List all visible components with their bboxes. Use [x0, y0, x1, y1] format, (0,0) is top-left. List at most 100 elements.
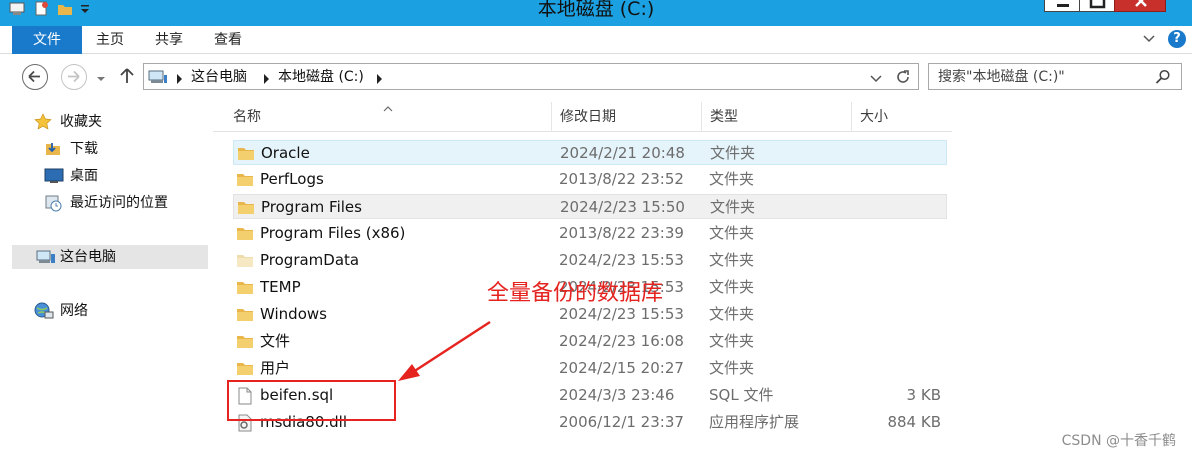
- breadcrumb-local-disk[interactable]: 本地磁盘 (C:): [278, 67, 364, 87]
- nav-label: 收藏夹: [60, 114, 102, 130]
- help-button[interactable]: ?: [1168, 30, 1186, 48]
- computer-icon: [148, 69, 168, 85]
- title-bar: 本地磁盘 (C:): [0, 0, 1192, 26]
- file-size: 3 KB: [906, 386, 941, 404]
- forward-button[interactable]: [61, 64, 87, 90]
- file-type: 应用程序扩展: [709, 413, 800, 431]
- downloads-folder-icon: [44, 140, 62, 158]
- nav-item-this-pc[interactable]: 这台电脑: [12, 245, 208, 269]
- maximize-button[interactable]: [1079, 0, 1115, 12]
- file-row[interactable]: 用户 2024/2/15 20:27 文件夹: [233, 356, 947, 381]
- minimize-button[interactable]: [1044, 0, 1080, 12]
- computer-icon: [36, 248, 55, 266]
- tab-view[interactable]: 查看: [214, 26, 242, 54]
- desktop-icon: [44, 167, 64, 185]
- network-icon: [34, 302, 54, 320]
- file-type: 文件夹: [710, 198, 756, 216]
- file-row[interactable]: PerfLogs 2013/8/22 23:52 文件夹: [233, 167, 947, 192]
- nav-label: 这台电脑: [60, 249, 116, 265]
- breadcrumb-separator-icon[interactable]: [263, 72, 270, 84]
- folder-icon: [236, 306, 254, 322]
- file-type: SQL 文件: [709, 386, 774, 404]
- file-type: 文件夹: [710, 144, 756, 162]
- nav-label: 桌面: [70, 168, 98, 184]
- file-name: Oracle: [261, 144, 310, 162]
- file-name: 文件: [260, 332, 291, 350]
- file-date: 2024/2/21 20:48: [560, 144, 685, 162]
- file-name: Windows: [260, 305, 327, 323]
- folder-icon: [236, 279, 254, 295]
- annotation-arrow: [398, 320, 491, 381]
- folder-icon: [237, 199, 255, 215]
- folder-icon: [237, 145, 255, 161]
- up-arrow-icon[interactable]: [119, 66, 135, 86]
- back-button[interactable]: [22, 64, 48, 90]
- annotation-label: 全量备份的数据库: [487, 281, 664, 306]
- address-history-dropdown-icon[interactable]: [870, 72, 882, 83]
- file-row[interactable]: 文件 2024/2/23 16:08 文件夹: [233, 329, 947, 354]
- file-type: 文件夹: [709, 359, 755, 377]
- column-header-type[interactable]: 类型: [702, 102, 852, 132]
- column-header: 名称 修改日期 类型 大小: [213, 102, 952, 132]
- address-bar[interactable]: 这台电脑 本地磁盘 (C:): [143, 63, 919, 90]
- file-type: 文件夹: [709, 170, 755, 188]
- file-type: 文件夹: [709, 332, 755, 350]
- file-name: Program Files: [261, 198, 362, 216]
- navigation-pane: 收藏夹 下载 桌面 最近访问的位置 这台电脑 网络: [0, 100, 210, 460]
- breadcrumb-separator-icon[interactable]: [376, 72, 383, 84]
- expand-ribbon-icon[interactable]: [1142, 32, 1156, 46]
- search-box[interactable]: [928, 63, 1182, 90]
- close-button[interactable]: [1114, 0, 1166, 12]
- folder-hidden-icon: [236, 252, 254, 268]
- annotation-highlight-box: [227, 380, 396, 421]
- recent-locations-icon[interactable]: [96, 72, 106, 82]
- file-row[interactable]: ProgramData 2024/2/23 15:53 文件夹: [233, 248, 947, 273]
- nav-item-recent-places[interactable]: 最近访问的位置: [12, 191, 208, 215]
- file-name: 用户: [260, 359, 291, 377]
- tab-file[interactable]: 文件: [12, 26, 82, 54]
- file-row[interactable]: Program Files (x86) 2013/8/22 23:39 文件夹: [233, 221, 947, 246]
- ribbon-tabs: 文件 主页 共享 查看 ?: [0, 26, 1192, 54]
- window-title: 本地磁盘 (C:): [537, 0, 655, 20]
- file-date: 2024/3/3 23:46: [559, 386, 675, 404]
- nav-item-downloads[interactable]: 下载: [12, 137, 208, 161]
- folder-icon: [236, 360, 254, 376]
- file-row[interactable]: Program Files 2024/2/23 15:50 文件夹: [233, 194, 947, 219]
- file-type: 文件夹: [709, 251, 755, 269]
- breadcrumb-separator-icon[interactable]: [176, 72, 183, 84]
- folder-icon: [236, 333, 254, 349]
- recent-places-icon: [44, 194, 62, 212]
- file-size: 884 KB: [887, 413, 941, 431]
- search-input[interactable]: [929, 64, 1151, 89]
- search-icon[interactable]: [1155, 69, 1171, 85]
- refresh-icon[interactable]: [894, 68, 912, 86]
- column-header-date[interactable]: 修改日期: [552, 102, 702, 132]
- file-date: 2024/2/23 15:50: [560, 198, 685, 216]
- file-date: 2013/8/22 23:39: [559, 224, 684, 242]
- file-type: 文件夹: [709, 224, 755, 242]
- file-name: TEMP: [260, 278, 301, 296]
- folder-icon: [236, 225, 254, 241]
- tab-home[interactable]: 主页: [96, 26, 124, 54]
- nav-item-favorites[interactable]: 收藏夹: [12, 110, 208, 134]
- navigation-bar: 这台电脑 本地磁盘 (C:): [0, 55, 1192, 99]
- nav-label: 下载: [70, 141, 98, 157]
- nav-item-network[interactable]: 网络: [12, 299, 208, 323]
- file-name: ProgramData: [260, 251, 360, 269]
- file-date: 2024/2/15 20:27: [559, 359, 684, 377]
- file-type: 文件夹: [709, 305, 755, 323]
- folder-icon: [236, 171, 254, 187]
- column-header-name[interactable]: 名称: [225, 102, 552, 132]
- file-name: Program Files (x86): [260, 224, 406, 242]
- file-type: 文件夹: [709, 278, 755, 296]
- nav-label: 最近访问的位置: [70, 195, 168, 211]
- nav-label: 网络: [60, 303, 88, 319]
- file-date: 2024/2/23 15:53: [559, 251, 684, 269]
- file-row[interactable]: Oracle 2024/2/21 20:48 文件夹: [233, 140, 947, 165]
- breadcrumb-this-pc[interactable]: 这台电脑: [191, 67, 247, 87]
- tab-share[interactable]: 共享: [155, 26, 183, 54]
- window-controls: [1044, 0, 1166, 12]
- file-date: 2013/8/22 23:52: [559, 170, 684, 188]
- column-header-size[interactable]: 大小: [852, 102, 952, 132]
- nav-item-desktop[interactable]: 桌面: [12, 164, 208, 188]
